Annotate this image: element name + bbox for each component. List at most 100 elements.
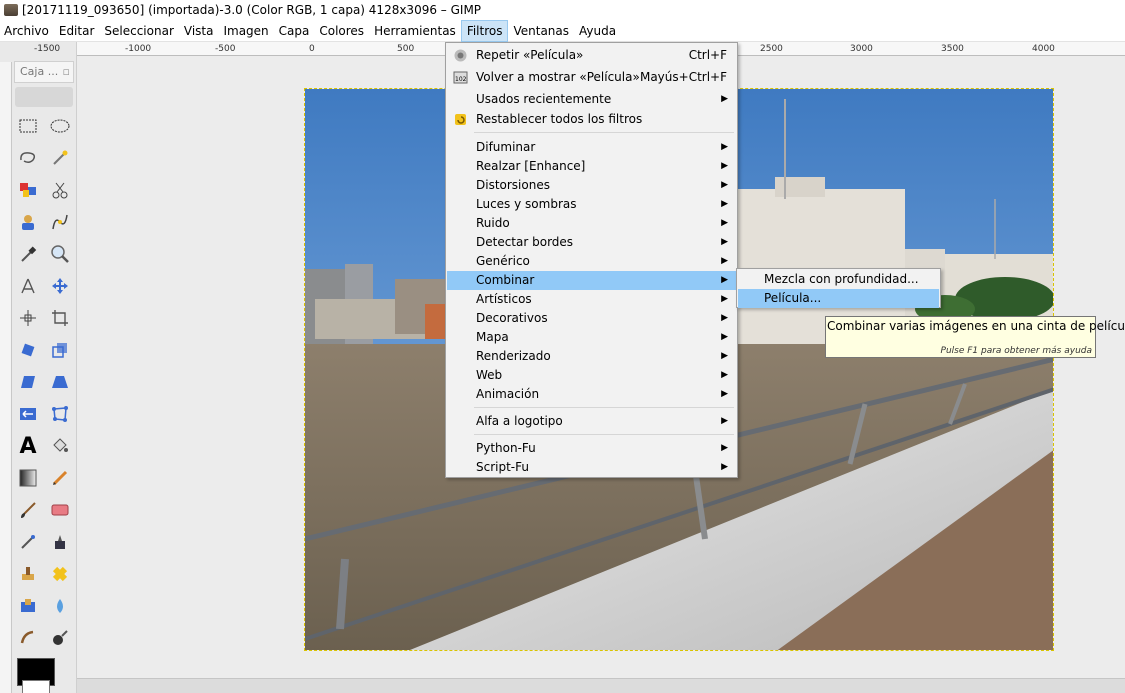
reshow-filter-icon: 102: [453, 71, 468, 84]
blur-icon[interactable]: [48, 594, 72, 618]
submenu-arrow-icon: ▶: [721, 332, 728, 342]
menu-item-label: Animación: [476, 387, 540, 401]
color-select-icon[interactable]: [16, 178, 40, 202]
paths-icon[interactable]: [48, 210, 72, 234]
foreground-select-icon[interactable]: [16, 210, 40, 234]
menu-item-repeat[interactable]: Repetir «Película» Ctrl+F: [447, 46, 736, 65]
menu-item-label: Python-Fu: [476, 441, 536, 455]
menu-item-ruido[interactable]: Ruido ▶: [447, 214, 736, 233]
scissors-icon[interactable]: [48, 178, 72, 202]
menu-imagen[interactable]: Imagen: [218, 20, 273, 42]
submenu-item-depth-merge[interactable]: Mezcla con profundidad...: [738, 270, 939, 289]
submenu-arrow-icon: ▶: [721, 275, 728, 285]
menu-item-label: Volver a mostrar «Película»: [476, 70, 640, 84]
menu-vista[interactable]: Vista: [179, 20, 219, 42]
eraser-icon[interactable]: [48, 498, 72, 522]
move-icon[interactable]: [48, 274, 72, 298]
menu-item-difuminar[interactable]: Difuminar ▶: [447, 138, 736, 157]
submenu-arrow-icon: ▶: [721, 294, 728, 304]
heal-icon[interactable]: [48, 562, 72, 586]
bucket-fill-icon[interactable]: [48, 434, 72, 458]
ellipse-select-icon[interactable]: [48, 114, 72, 138]
ink-icon[interactable]: [48, 530, 72, 554]
menu-item-decorativos[interactable]: Decorativos ▶: [447, 309, 736, 328]
menu-item-label: Web: [476, 368, 503, 382]
menu-ventanas[interactable]: Ventanas: [508, 20, 574, 42]
toolbox-menu-icon[interactable]: ▫: [63, 62, 70, 82]
menu-item-detectar-bordes[interactable]: Detectar bordes ▶: [447, 233, 736, 252]
clone-icon[interactable]: [16, 562, 40, 586]
submenu-arrow-icon: ▶: [721, 462, 728, 472]
menu-item-reshow[interactable]: 102 Volver a mostrar «Película» Mayús+Ct…: [447, 68, 736, 87]
align-icon[interactable]: [16, 306, 40, 330]
menu-item-label: Repetir «Película»: [476, 48, 584, 62]
gimp-app-icon: [4, 4, 18, 16]
submenu-arrow-icon: ▶: [721, 94, 728, 104]
crop-icon[interactable]: [48, 306, 72, 330]
menu-ayuda[interactable]: Ayuda: [574, 20, 621, 42]
rect-select-icon[interactable]: [16, 114, 40, 138]
fuzzy-select-icon[interactable]: [48, 146, 72, 170]
menu-colores[interactable]: Colores: [314, 20, 369, 42]
menu-item-realzar[interactable]: Realzar [Enhance] ▶: [447, 157, 736, 176]
ruler-tick: -1500: [34, 44, 61, 54]
menu-item-web[interactable]: Web ▶: [447, 366, 736, 385]
zoom-icon[interactable]: [48, 242, 72, 266]
menu-editar[interactable]: Editar: [54, 20, 100, 42]
menu-archivo[interactable]: Archivo: [0, 20, 54, 42]
menu-item-shortcut: Ctrl+F: [688, 48, 727, 62]
gradient-icon[interactable]: [16, 466, 40, 490]
scale-icon[interactable]: [48, 338, 72, 362]
menu-item-label: Renderizado: [476, 349, 551, 363]
background-color-swatch[interactable]: [22, 680, 50, 693]
menu-item-script-fu[interactable]: Script-Fu ▶: [447, 458, 736, 477]
menu-item-combinar[interactable]: Combinar ▶: [447, 271, 736, 290]
menu-item-recent[interactable]: Usados recientemente ▶: [447, 90, 736, 109]
submenu-item-filmstrip[interactable]: Película...: [738, 289, 939, 308]
filters-dropdown-menu: Repetir «Película» Ctrl+F 102 Volver a m…: [445, 42, 738, 478]
submenu-arrow-icon: ▶: [721, 161, 728, 171]
menu-herramientas[interactable]: Herramientas: [369, 20, 461, 42]
menu-capa[interactable]: Capa: [274, 20, 315, 42]
menu-item-reset[interactable]: Restablecer todos los filtros: [447, 110, 736, 129]
text-tool-icon[interactable]: A: [16, 434, 40, 459]
menu-item-luces-sombras[interactable]: Luces y sombras ▶: [447, 195, 736, 214]
title-bar: [20171119_093650] (importada)-3.0 (Color…: [0, 0, 1125, 20]
cage-transform-icon[interactable]: [48, 402, 72, 426]
menu-item-label: Realzar [Enhance]: [476, 159, 586, 173]
pencil-icon[interactable]: [48, 466, 72, 490]
menu-item-label: Mapa: [476, 330, 509, 344]
tooltip-help-hint: Pulse F1 para obtener más ayuda: [940, 346, 1092, 356]
menu-item-renderizado[interactable]: Renderizado ▶: [447, 347, 736, 366]
menu-item-label: Detectar bordes: [476, 235, 574, 249]
flip-icon[interactable]: [16, 402, 40, 426]
ruler-tick: 0: [309, 44, 315, 54]
toolbox-tab[interactable]: Caja ... ▫: [14, 61, 74, 83]
submenu-arrow-icon: ▶: [721, 370, 728, 380]
menu-item-animacion[interactable]: Animación ▶: [447, 385, 736, 404]
airbrush-icon[interactable]: [16, 530, 40, 554]
toolbox-panel: Caja ... ▫ A: [0, 42, 77, 693]
menu-bar: Archivo Editar Seleccionar Vista Imagen …: [0, 19, 1125, 42]
menu-item-python-fu[interactable]: Python-Fu ▶: [447, 439, 736, 458]
menu-filtros[interactable]: Filtros: [460, 19, 509, 42]
smudge-icon[interactable]: [16, 626, 40, 650]
menu-item-generico[interactable]: Genérico ▶: [447, 252, 736, 271]
menu-item-artisticos[interactable]: Artísticos ▶: [447, 290, 736, 309]
lasso-icon[interactable]: [16, 146, 40, 170]
paintbrush-icon[interactable]: [16, 498, 40, 522]
menu-item-alfa-logotipo[interactable]: Alfa a logotipo ▶: [447, 412, 736, 431]
perspective-clone-icon[interactable]: [16, 594, 40, 618]
measure-icon[interactable]: [16, 274, 40, 298]
svg-text:102: 102: [455, 76, 467, 83]
menu-item-label: Alfa a logotipo: [476, 414, 563, 428]
color-picker-icon[interactable]: [16, 242, 40, 266]
rotate-icon[interactable]: [16, 338, 40, 362]
shear-icon[interactable]: [16, 370, 40, 394]
menu-seleccionar[interactable]: Seleccionar: [99, 20, 178, 42]
dodge-burn-icon[interactable]: [48, 626, 72, 650]
menu-item-mapa[interactable]: Mapa ▶: [447, 328, 736, 347]
menu-separator: [474, 132, 734, 133]
menu-item-distorsiones[interactable]: Distorsiones ▶: [447, 176, 736, 195]
perspective-icon[interactable]: [48, 370, 72, 394]
